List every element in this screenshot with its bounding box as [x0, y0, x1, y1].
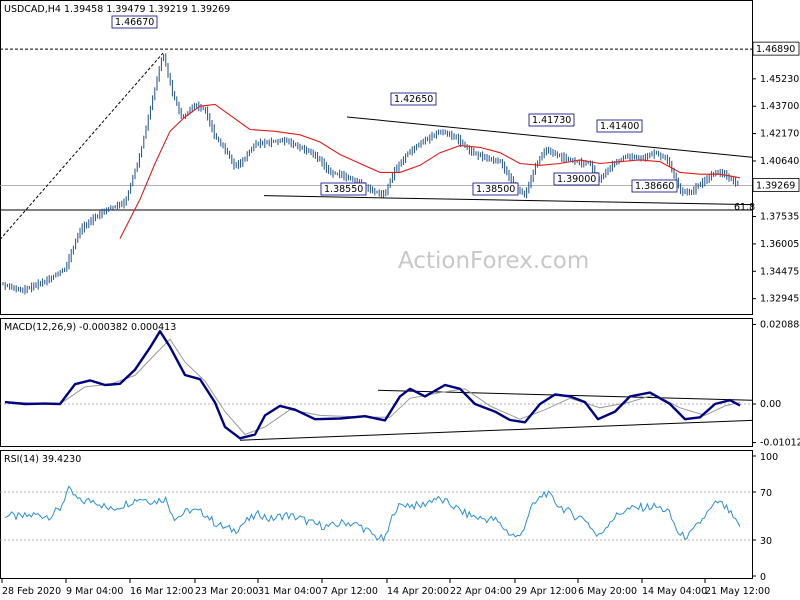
macd-panel-frame — [0, 318, 753, 447]
main-header: USDCAD,H4 1.39458 1.39479 1.39219 1.3926… — [4, 4, 230, 15]
price-label: 1.38500 — [472, 182, 519, 196]
time-tick-label: 7 Apr 12:00 — [322, 586, 378, 597]
price-y-tick-label: 1.36005 — [760, 239, 799, 250]
price-y-tick-label: 1.45230 — [760, 74, 799, 85]
time-tick-label: 14 Apr 20:00 — [387, 586, 449, 597]
rsi-panel: 100 70 30 0 — [0, 452, 778, 583]
price-y-tick-label: 1.42170 — [760, 129, 799, 140]
macd-header: MACD(12,26,9) -0.000382 0.000413 — [4, 322, 176, 333]
macd-y-tick-label: 0.00 — [760, 399, 781, 410]
macd-y-axis: 0.020884 0.00 -0.010121 — [752, 319, 800, 449]
time-tick-label: 23 Mar 20:00 — [195, 586, 258, 597]
lower-trend-line — [263, 195, 753, 206]
signal-line — [9, 338, 741, 436]
price-label-text: 1.38660 — [635, 181, 674, 192]
price-label: 1.41400 — [596, 119, 643, 133]
rsi-y-tick-label: 70 — [760, 488, 772, 499]
price-label: 1.39000 — [553, 172, 600, 186]
dashed-trend-line — [0, 52, 164, 240]
macd-y-tick-label: 0.020884 — [760, 319, 800, 330]
time-tick-label: 28 Feb 2020 — [2, 586, 61, 597]
current-price-label: 1.39269 — [756, 181, 795, 192]
time-tick-label: 31 Mar 04:00 — [258, 586, 321, 597]
price-y-tick-label: 1.37535 — [760, 212, 799, 223]
fib-label: 61.8 — [734, 202, 755, 213]
macd-panel: 0.020884 0.00 -0.010121 — [0, 319, 800, 449]
price-label: 1.46670 — [111, 15, 158, 29]
price-label: 1.41730 — [528, 113, 575, 127]
time-tick-label: 29 Apr 12:00 — [515, 586, 577, 597]
rsi-panel-frame — [0, 450, 753, 579]
price-label-text: 1.41730 — [532, 115, 571, 126]
usdcad-chart: ActionForex.com 1.46670 1.42650 1.41730 1.4… — [0, 0, 800, 597]
main-panel-frame — [0, 0, 753, 315]
rsi-y-tick-label: 100 — [760, 452, 778, 463]
macd-y-tick-label: -0.010121 — [760, 438, 800, 449]
price-y-axis: 1.46890 1.45230 1.43700 1.42170 1.40640 1.392… — [752, 41, 800, 305]
moving-average-line — [119, 103, 741, 239]
price-y-tick-label: 1.40640 — [760, 156, 799, 167]
price-y-tick-label: 1.43700 — [760, 101, 799, 112]
price-y-tick-label: 1.34475 — [760, 266, 799, 277]
rsi-y-tick-label: 30 — [760, 536, 772, 547]
time-tick-label: 14 May 04:00 — [642, 586, 707, 597]
price-label-text: 1.38550 — [324, 184, 363, 195]
rsi-header: RSI(14) 39.4230 — [4, 454, 81, 465]
rsi-y-tick-label: 0 — [760, 572, 766, 583]
time-axis: 28 Feb 2020 9 Mar 04:00 16 Mar 12:00 23 Mar… — [1, 579, 770, 597]
time-tick-label: 6 May 20:00 — [578, 586, 637, 597]
candles — [2, 53, 739, 295]
price-label-text: 1.46670 — [115, 17, 154, 28]
price-label: 1.38660 — [631, 179, 678, 193]
price-label-text: 1.41400 — [600, 121, 639, 132]
watermark: ActionForex.com — [398, 248, 589, 274]
macd-line — [4, 330, 741, 440]
time-tick-label: 9 Mar 04:00 — [66, 586, 123, 597]
price-label-text: 1.39000 — [557, 174, 596, 185]
level-price-label: 1.46890 — [756, 44, 795, 55]
price-label-text: 1.38500 — [476, 184, 515, 195]
price-label-text: 1.42650 — [394, 94, 433, 105]
macd-lower-trend-line — [239, 419, 753, 441]
rsi-line — [4, 485, 741, 543]
rsi-y-axis: 100 70 30 0 — [752, 452, 778, 583]
price-label: 1.38550 — [320, 182, 367, 196]
time-tick-label: 16 Mar 12:00 — [130, 586, 193, 597]
time-tick-label: 22 Apr 04:00 — [450, 586, 512, 597]
price-y-tick-label: 1.32945 — [760, 294, 799, 305]
price-label: 1.42650 — [390, 92, 437, 106]
time-tick-label: 21 May 12:00 — [705, 586, 770, 597]
